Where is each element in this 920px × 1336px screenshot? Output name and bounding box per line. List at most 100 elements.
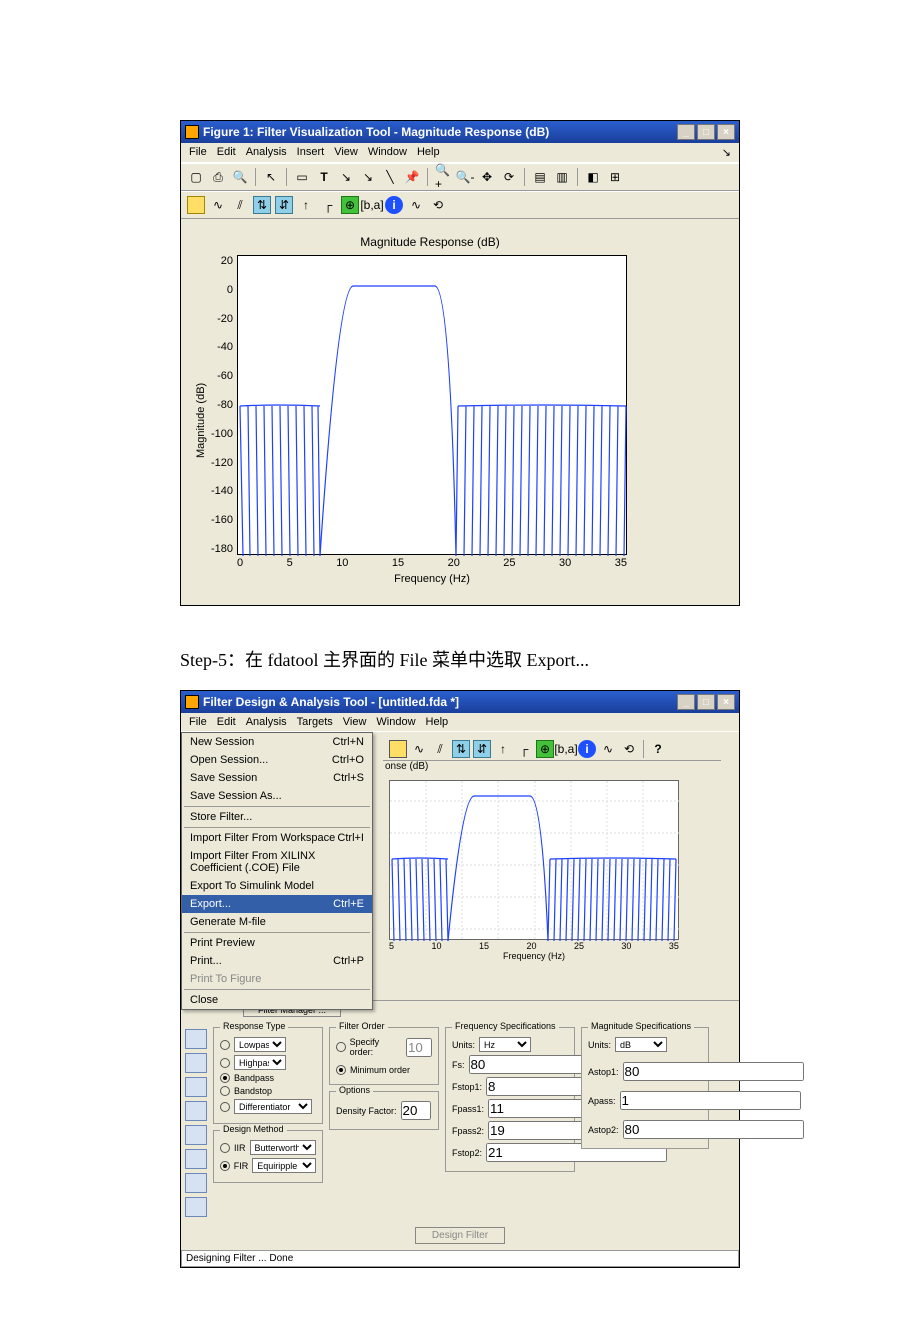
file-menu-item[interactable]: Print...Ctrl+P [182, 952, 372, 970]
rotate-icon[interactable]: ⟳ [500, 168, 518, 186]
menu-insert[interactable]: Insert [297, 146, 325, 159]
menu-view[interactable]: View [334, 146, 358, 159]
text-icon[interactable]: T [315, 168, 333, 186]
arrow2-icon[interactable]: ↘ [359, 168, 377, 186]
fdatool-titlebar[interactable]: Filter Design & Analysis Tool - [untitle… [181, 691, 739, 713]
preview-icon[interactable]: 🔍 [231, 168, 249, 186]
mag-units-select[interactable]: dB [615, 1037, 667, 1052]
file-menu-item[interactable]: Print Preview [182, 934, 372, 952]
coeffs-icon[interactable]: [b,a] [557, 740, 575, 758]
groupdelay-icon[interactable]: ⇅ [452, 740, 470, 758]
menu-view[interactable]: View [343, 716, 367, 728]
impulse-icon[interactable]: ↑ [494, 740, 512, 758]
density-input[interactable] [401, 1101, 431, 1120]
file-menu-item[interactable]: Import Filter From WorkspaceCtrl+I [182, 829, 372, 847]
zoomout-icon[interactable]: 🔍- [456, 168, 474, 186]
maximize-button[interactable]: □ [697, 694, 715, 710]
info-icon[interactable]: i [578, 740, 596, 758]
file-menu-item[interactable]: New SessionCtrl+N [182, 733, 372, 751]
pan-icon[interactable]: ✥ [478, 168, 496, 186]
mag-est-icon[interactable]: ∿ [407, 196, 425, 214]
zoomin-icon[interactable]: 🔍+ [434, 168, 452, 186]
close-button[interactable]: × [717, 124, 735, 140]
file-menu-item[interactable]: Store Filter... [182, 808, 372, 826]
diff-select[interactable]: Differentiator [234, 1099, 312, 1114]
file-menu-item[interactable]: Import Filter From XILINX Coefficient (.… [182, 847, 372, 877]
new-icon[interactable]: ▢ [187, 168, 205, 186]
phase-icon[interactable]: ∿ [209, 196, 227, 214]
magphase-icon[interactable]: ⫽ [231, 196, 249, 214]
menu-analysis[interactable]: Analysis [246, 716, 287, 728]
side-icon-7[interactable] [185, 1173, 207, 1193]
diff-radio[interactable] [220, 1102, 230, 1112]
file-menu-item[interactable]: Export To Simulink Model [182, 877, 372, 895]
menu-file[interactable]: File [189, 716, 207, 728]
file-menu-item[interactable]: Open Session...Ctrl+O [182, 751, 372, 769]
impulse-icon[interactable]: ↑ [297, 196, 315, 214]
design-filter-button[interactable]: Design Filter [415, 1227, 505, 1244]
menu-targets[interactable]: Targets [297, 716, 333, 728]
bandpass-radio[interactable] [220, 1073, 230, 1083]
info-icon[interactable]: i [385, 196, 403, 214]
file-menu-item[interactable]: Print To Figure [182, 970, 372, 988]
file-menu-item[interactable]: Export...Ctrl+E [182, 895, 372, 913]
round-icon[interactable]: ⟲ [620, 740, 638, 758]
side-icon-4[interactable] [185, 1101, 207, 1121]
legend-icon[interactable]: ◧ [584, 168, 602, 186]
side-icon-5[interactable] [185, 1125, 207, 1145]
menu-file[interactable]: File [189, 146, 207, 159]
minimize-button[interactable]: _ [677, 124, 695, 140]
minimize-button[interactable]: _ [677, 694, 695, 710]
menu-edit[interactable]: Edit [217, 716, 236, 728]
phasedelay-icon[interactable]: ⇵ [275, 196, 293, 214]
phasedelay-icon[interactable]: ⇵ [473, 740, 491, 758]
rect-icon[interactable]: ▭ [293, 168, 311, 186]
file-menu-item[interactable]: Save Session As... [182, 787, 372, 805]
specify-order-radio[interactable] [336, 1042, 346, 1052]
mag-response-icon[interactable] [389, 740, 407, 758]
astop2-input[interactable] [623, 1120, 804, 1139]
arrow1-icon[interactable]: ↘ [337, 168, 355, 186]
close-button[interactable]: × [717, 694, 735, 710]
file-menu-item[interactable]: Close [182, 991, 372, 1009]
grid-icon[interactable]: ⊞ [606, 168, 624, 186]
pointer-icon[interactable]: ↖ [262, 168, 280, 186]
round-icon[interactable]: ⟲ [429, 196, 447, 214]
polezero-icon[interactable]: ⊕ [536, 740, 554, 758]
groupdelay-icon[interactable]: ⇅ [253, 196, 271, 214]
side-icon-2[interactable] [185, 1053, 207, 1073]
highpass-radio[interactable] [220, 1058, 230, 1068]
side-icon-3[interactable] [185, 1077, 207, 1097]
fir-radio[interactable] [220, 1161, 230, 1171]
side-icon-6[interactable] [185, 1149, 207, 1169]
menu-analysis[interactable]: Analysis [246, 146, 287, 159]
file-menu-item[interactable]: Save SessionCtrl+S [182, 769, 372, 787]
menu-help[interactable]: Help [426, 716, 449, 728]
datacursor-icon[interactable]: ▤ [531, 168, 549, 186]
polezero-icon[interactable]: ⊕ [341, 196, 359, 214]
file-menu-item[interactable]: Generate M-file [182, 913, 372, 931]
side-icon-1[interactable] [185, 1029, 207, 1049]
freq-units-select[interactable]: Hz [479, 1037, 531, 1052]
bandstop-radio[interactable] [220, 1086, 230, 1096]
pin-icon[interactable]: 📌 [403, 168, 421, 186]
iir-radio[interactable] [220, 1143, 230, 1153]
iir-select[interactable]: Butterworth [250, 1140, 316, 1155]
lowpass-radio[interactable] [220, 1040, 230, 1050]
maximize-button[interactable]: □ [697, 124, 715, 140]
highpass-select[interactable]: Highpass [234, 1055, 286, 1070]
astop1-input[interactable] [623, 1062, 804, 1081]
specify-order-input[interactable] [406, 1038, 432, 1057]
fir-select[interactable]: Equiripple [252, 1158, 316, 1173]
mag-est-icon[interactable]: ∿ [599, 740, 617, 758]
menu-window[interactable]: Window [368, 146, 407, 159]
print-icon[interactable]: ⎙ [209, 168, 227, 186]
lowpass-select[interactable]: Lowpass [234, 1037, 286, 1052]
side-icon-8[interactable] [185, 1197, 207, 1217]
phase-icon[interactable]: ∿ [410, 740, 428, 758]
magphase-icon[interactable]: ⫽ [431, 740, 449, 758]
colorbar-icon[interactable]: ▥ [553, 168, 571, 186]
whatsthis-icon[interactable]: ? [649, 740, 667, 758]
min-order-radio[interactable] [336, 1065, 346, 1075]
menu-window[interactable]: Window [376, 716, 415, 728]
